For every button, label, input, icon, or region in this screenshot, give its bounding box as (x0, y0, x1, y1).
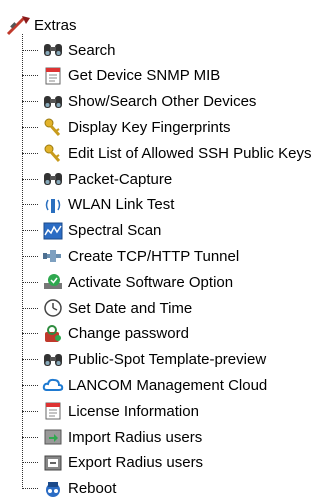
tree-branch-line (22, 152, 38, 154)
tree-item-reboot[interactable]: Reboot (22, 477, 336, 501)
export-icon (42, 453, 64, 473)
binoculars-icon (42, 350, 64, 370)
tree-branch-line (22, 333, 38, 335)
binoculars-icon (42, 169, 64, 189)
wlan-antenna-icon (42, 195, 64, 215)
tree-item-label: Show/Search Other Devices (68, 93, 257, 111)
tree-branch-line (22, 49, 38, 51)
tree-item-label: WLAN Link Test (68, 196, 175, 214)
tree-item-label: License Information (68, 402, 199, 420)
software-option-icon (42, 272, 64, 292)
tree-branch-line (22, 384, 38, 386)
tree-item-label: Edit List of Allowed SSH Public Keys (68, 144, 312, 162)
key-icon (42, 143, 64, 163)
tree-item-label: LANCOM Management Cloud (68, 376, 268, 394)
tree-item-change-password[interactable]: Change password (22, 322, 336, 346)
tree-item-activate-software-option[interactable]: Activate Software Option (22, 270, 336, 294)
tree-item-label: Create TCP/HTTP Tunnel (68, 247, 240, 265)
tree-item-label: Packet-Capture (68, 170, 173, 188)
tree-item-label: Reboot (68, 480, 117, 498)
tree-branch-line (22, 307, 38, 309)
tree-item-lancom-management-cloud[interactable]: LANCOM Management Cloud (22, 373, 336, 397)
tree-item-label: Activate Software Option (68, 273, 234, 291)
tree-item-create-tcp-http-tunnel[interactable]: Create TCP/HTTP Tunnel (22, 244, 336, 268)
tree-item-search[interactable]: Search (22, 38, 336, 62)
tree-item-export-radius-users[interactable]: Export Radius users (22, 451, 336, 475)
tree-item-spectral-scan[interactable]: Spectral Scan (22, 219, 336, 243)
tree-branch-line (22, 359, 38, 361)
tree-item-edit-list-of-allowed-ssh-public-keys[interactable]: Edit List of Allowed SSH Public Keys (22, 141, 336, 165)
tree-item-label: Get Device SNMP MIB (68, 67, 221, 85)
tree-branch-line (22, 101, 38, 103)
import-icon (42, 427, 64, 447)
binoculars-icon (42, 92, 64, 112)
key-icon (42, 117, 64, 137)
tree-item-public-spot-template-preview[interactable]: Public-Spot Template-preview (22, 348, 336, 372)
tree-branch-line (22, 410, 38, 412)
tree-item-import-radius-users[interactable]: Import Radius users (22, 425, 336, 449)
tree-item-wlan-link-test[interactable]: WLAN Link Test (22, 193, 336, 217)
reboot-icon (42, 479, 64, 499)
tree-branch-line (22, 204, 38, 206)
extras-tools-icon (4, 14, 32, 36)
tree-branch-line (22, 281, 38, 283)
tree-branch-line (22, 126, 38, 128)
tree-root-label: Extras (34, 16, 77, 34)
extras-tree: Extras Search Get Device SNMP MIB Show/S… (0, 0, 336, 497)
tree-item-display-key-fingerprints[interactable]: Display Key Fingerprints (22, 115, 336, 139)
password-icon (42, 324, 64, 344)
tree-branch-line (22, 75, 38, 77)
tree-branch-line (22, 178, 38, 180)
tree-item-label: Public-Spot Template-preview (68, 351, 267, 369)
tree-root-extras[interactable]: Extras (4, 14, 77, 36)
tree-item-get-device-snmp-mib[interactable]: Get Device SNMP MIB (22, 64, 336, 88)
tree-item-label: Search (68, 41, 116, 59)
clock-icon (42, 298, 64, 318)
tree-item-label: Display Key Fingerprints (68, 118, 231, 136)
tunnel-icon (42, 246, 64, 266)
tree-branch-line (22, 462, 38, 464)
tree-item-label: Import Radius users (68, 428, 203, 446)
document-icon (42, 66, 64, 86)
tree-branch-line (22, 488, 38, 490)
tree-item-license-information[interactable]: License Information (22, 399, 336, 423)
tree-item-set-date-and-time[interactable]: Set Date and Time (22, 296, 336, 320)
tree-item-label: Change password (68, 325, 189, 343)
tree-branch-line (22, 255, 38, 257)
tree-branch-line (22, 436, 38, 438)
tree-item-packet-capture[interactable]: Packet-Capture (22, 167, 336, 191)
tree-item-label: Spectral Scan (68, 222, 162, 240)
document-icon (42, 401, 64, 421)
spectrum-icon (42, 221, 64, 241)
cloud-icon (42, 375, 64, 395)
tree-item-show-search-other-devices[interactable]: Show/Search Other Devices (22, 90, 336, 114)
binoculars-icon (42, 40, 64, 60)
tree-item-label: Export Radius users (68, 454, 204, 472)
tree-item-label: Set Date and Time (68, 299, 193, 317)
tree-branch-line (22, 230, 38, 232)
